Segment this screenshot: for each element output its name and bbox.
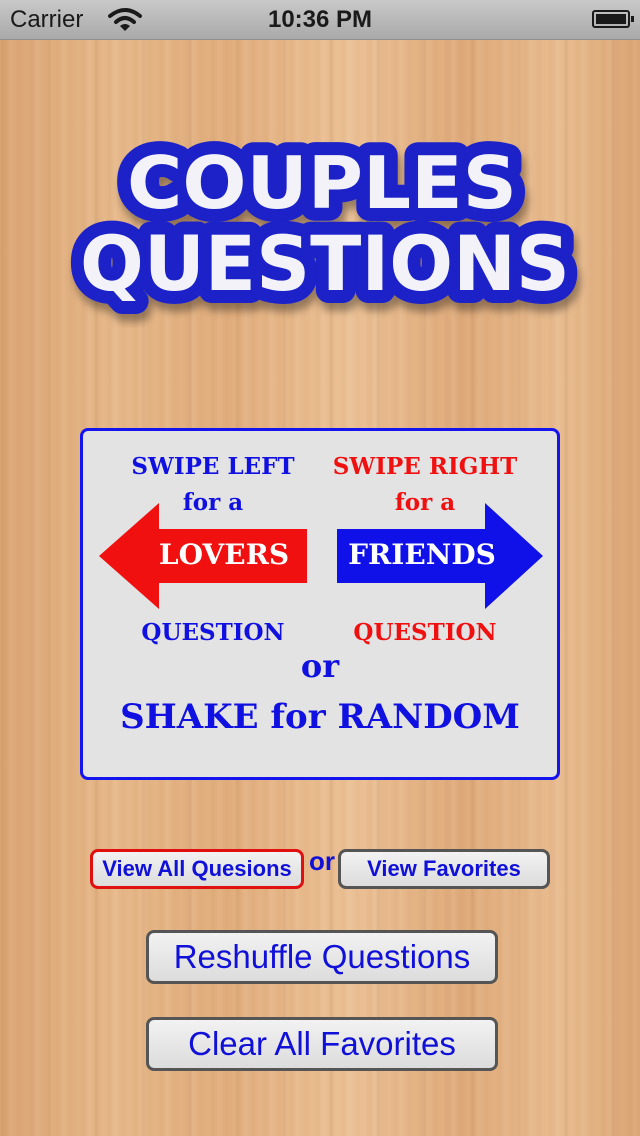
right-arrow-icon: FRIENDS — [335, 503, 545, 609]
battery-fill — [596, 14, 626, 24]
instruction-panel: SWIPE LEFT for a LOVERS QUESTION SWIPE R… — [80, 428, 560, 780]
swipe-left-header: SWIPE LEFT — [131, 453, 295, 480]
right-question-label: QUESTION — [353, 619, 497, 646]
view-favorites-button[interactable]: View Favorites — [338, 849, 550, 889]
logo-line2: QUESTIONS — [80, 219, 570, 308]
status-bar: Carrier 10:36 PM — [0, 0, 640, 40]
swipe-right-header: SWIPE RIGHT — [332, 453, 518, 480]
shake-label: SHAKE for RANDOM — [120, 697, 520, 737]
app-logo: COUPLES QUESTIONS COUPLES QUESTIONS — [60, 118, 590, 328]
status-time: 10:36 PM — [267, 6, 373, 33]
logo-line1: COUPLES — [127, 141, 517, 225]
left-arrow-icon: LOVERS — [99, 503, 309, 609]
or-separator: or — [309, 846, 335, 876]
clear-all-favorites-button[interactable]: Clear All Favorites — [146, 1017, 498, 1071]
friends-label: FRIENDS — [348, 538, 496, 571]
or-label: or — [300, 647, 340, 685]
left-question-label: QUESTION — [141, 619, 285, 646]
view-all-questions-button[interactable]: View All Quesions — [90, 849, 304, 889]
battery-icon — [592, 10, 634, 28]
lovers-label: LOVERS — [158, 538, 290, 571]
reshuffle-questions-button[interactable]: Reshuffle Questions — [146, 930, 498, 984]
